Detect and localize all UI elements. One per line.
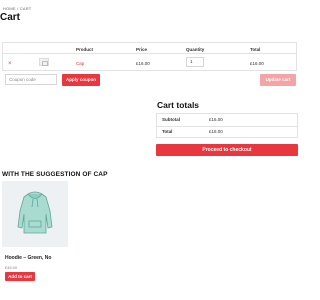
cart-table: Product Price Quantity Total × Cap £16.0… <box>2 42 297 71</box>
cart-item-price: £16.00 <box>136 61 150 66</box>
cart-totals-table: Subtotal £16.00 Total £16.00 <box>156 113 298 138</box>
header-total: Total <box>250 47 261 52</box>
proceed-to-checkout-button[interactable]: Proceed to checkout <box>156 144 298 156</box>
page-title: Cart <box>0 12 21 23</box>
apply-coupon-button[interactable]: Apply coupon <box>62 74 100 86</box>
suggested-product-name[interactable]: Hoodie – Green, No <box>5 255 51 261</box>
coupon-input[interactable]: Coupon code <box>5 74 57 85</box>
subtotal-value: £16.00 <box>209 117 223 122</box>
total-value: £16.00 <box>209 129 223 134</box>
header-price: Price <box>136 47 148 52</box>
cart-totals-title: Cart totals <box>157 100 200 110</box>
total-label: Total <box>162 129 173 134</box>
breadcrumb: HOME / CART <box>3 6 32 11</box>
update-cart-button[interactable]: Update cart <box>260 74 296 86</box>
hoodie-image[interactable] <box>2 181 68 247</box>
product-thumbnail[interactable] <box>39 58 49 66</box>
remove-item-icon[interactable]: × <box>8 61 12 67</box>
add-to-cart-button[interactable]: Add to cart <box>5 272 35 281</box>
suggestions-heading: WITH THE SUGGESTION OF CAP <box>2 171 108 178</box>
hoodie-icon <box>17 191 53 234</box>
row-divider <box>3 53 296 54</box>
subtotal-label: Subtotal <box>162 117 180 122</box>
header-product: Product <box>76 47 94 52</box>
cart-item-total: £16.00 <box>250 61 264 66</box>
suggested-product-price: £45.00 <box>5 265 18 270</box>
header-quantity: Quantity <box>186 47 205 52</box>
totals-divider <box>157 126 297 127</box>
cart-item-name[interactable]: Cap <box>76 61 84 66</box>
quantity-input[interactable]: 1 <box>186 57 204 67</box>
